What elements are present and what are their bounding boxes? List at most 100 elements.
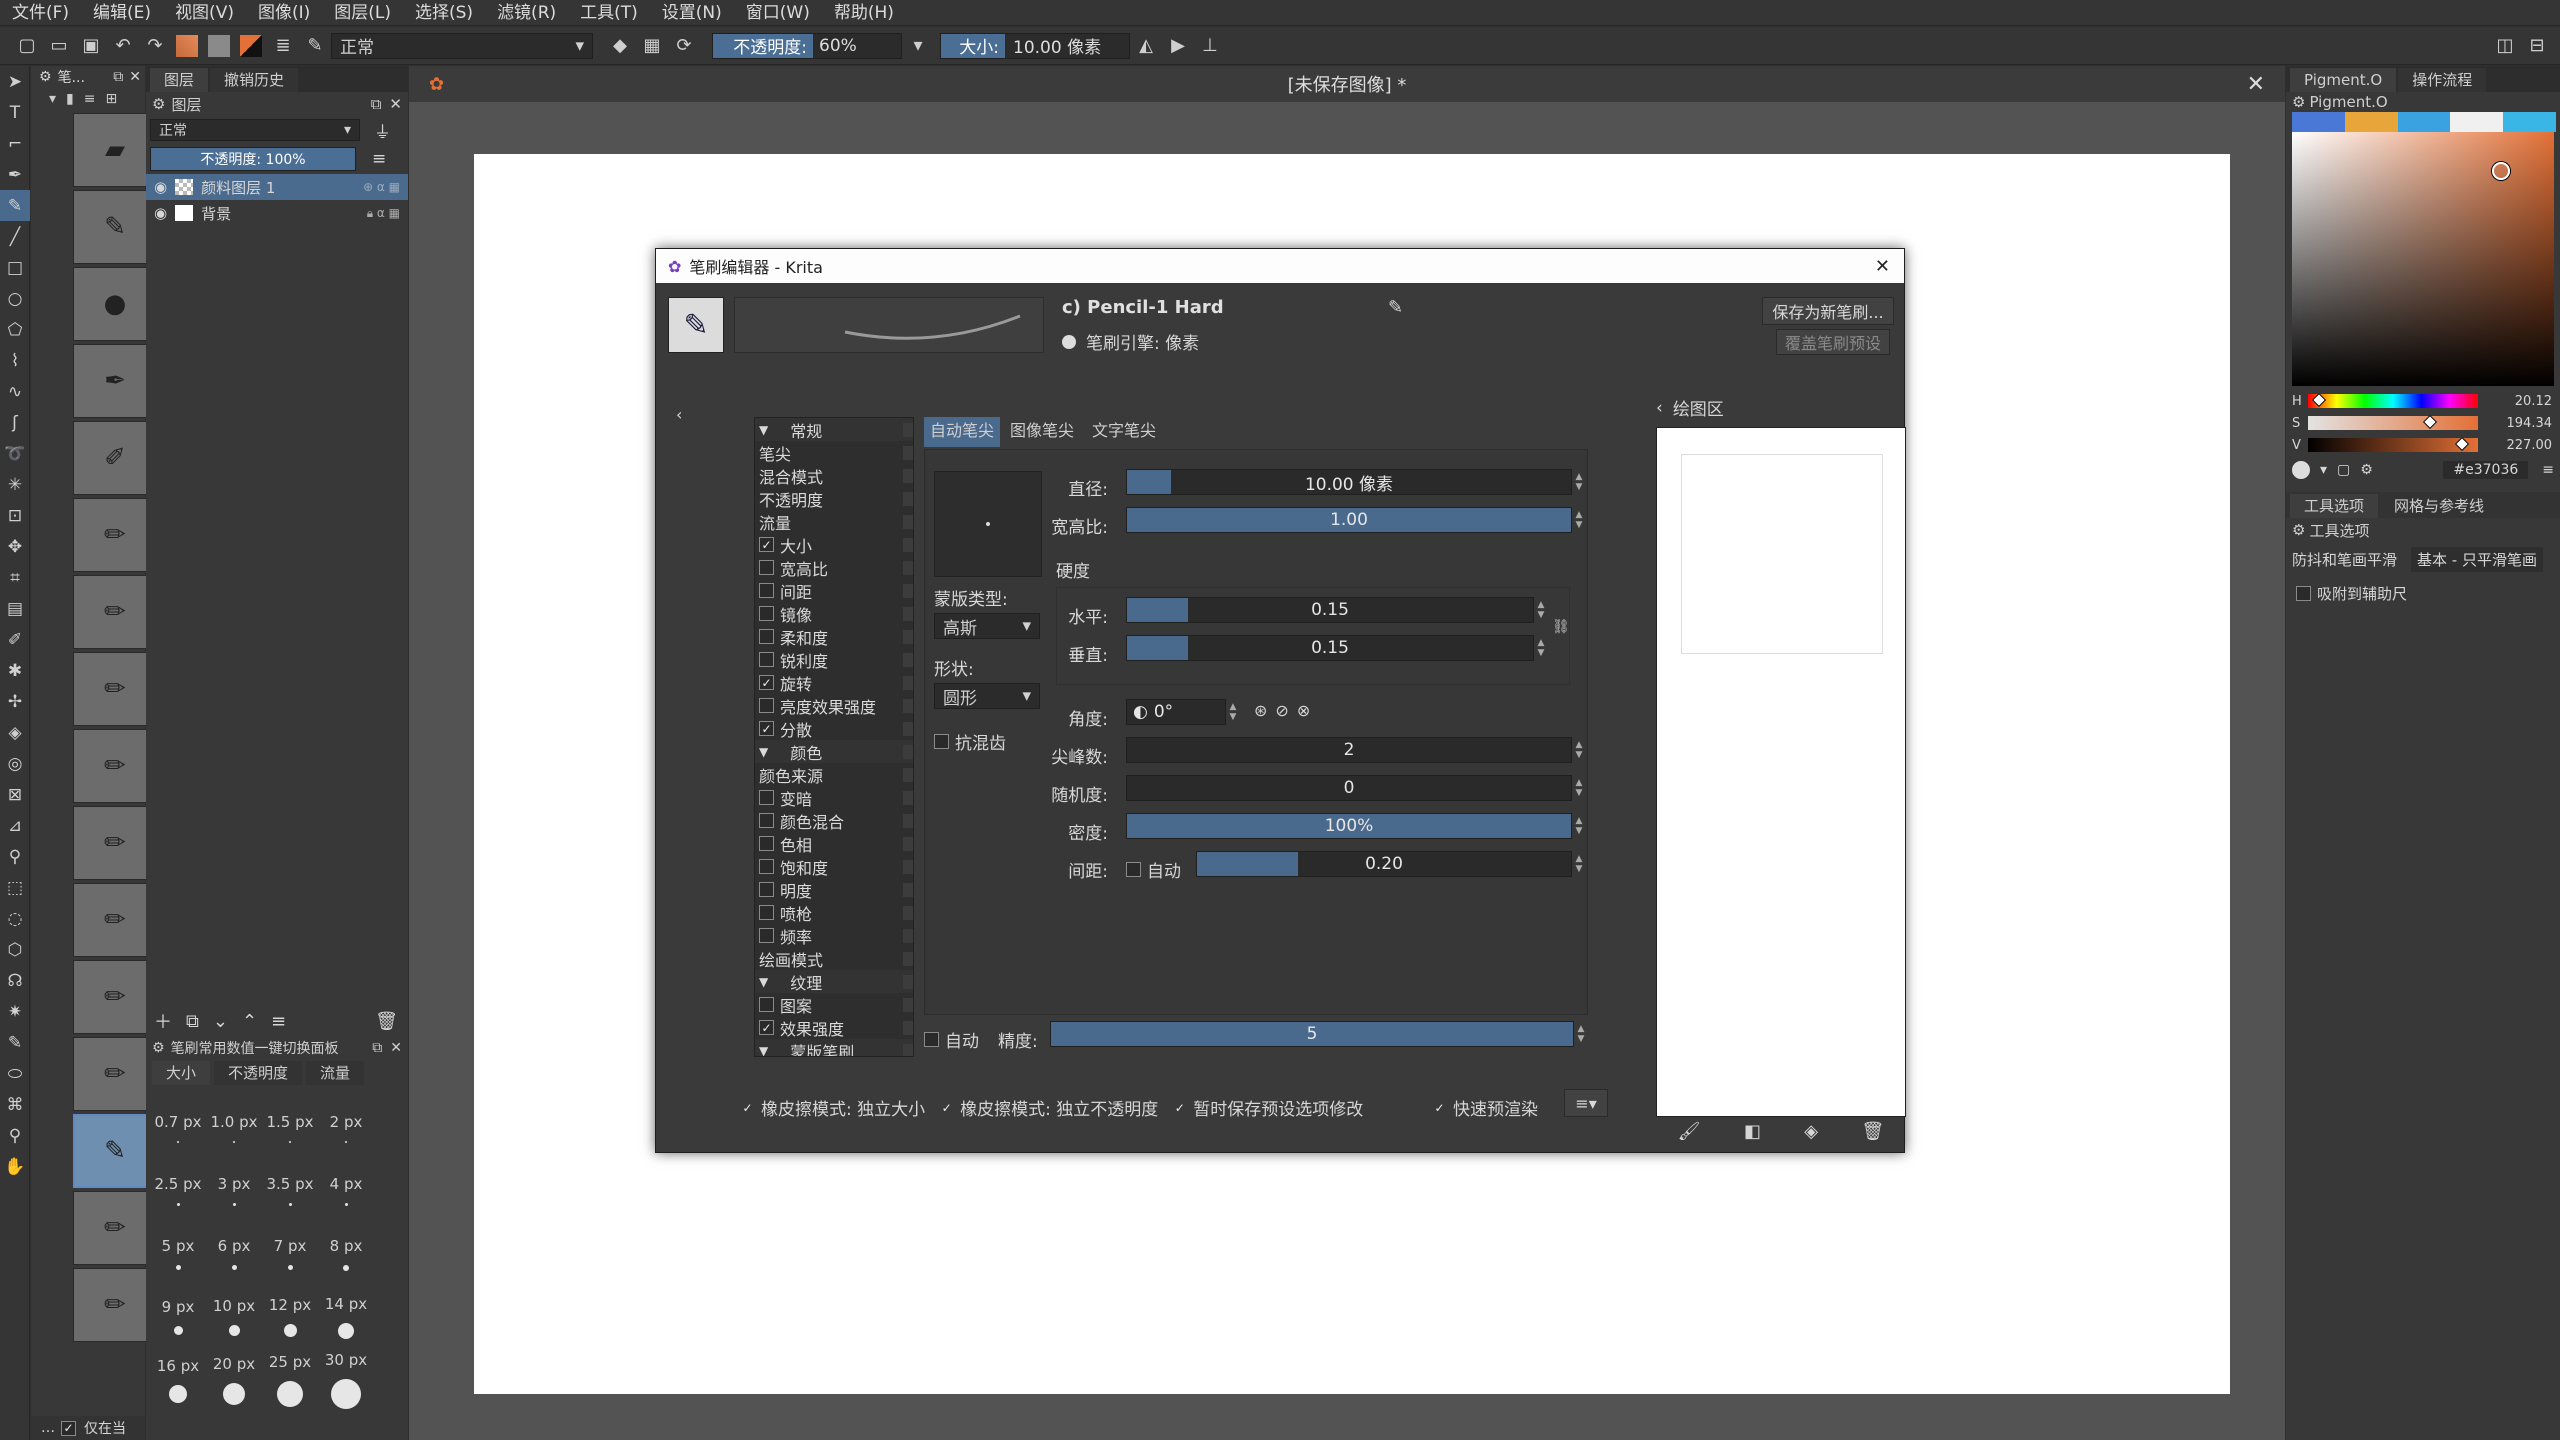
float-icon[interactable]: ⧉: [113, 69, 123, 85]
size-slider[interactable]: 大小: 10.00 像素: [940, 32, 1130, 59]
brush-preset-brush-1[interactable]: ✏: [73, 498, 157, 572]
angle-field[interactable]: ◐ 0°: [1126, 699, 1226, 725]
category-item[interactable]: 绘画模式: [755, 947, 913, 970]
category-item[interactable]: 饱和度: [755, 855, 913, 878]
brush-preset-brush-10[interactable]: ✏: [73, 1268, 157, 1342]
category-item[interactable]: 镜像: [755, 602, 913, 625]
trash-icon[interactable]: 🗑︎: [1861, 1121, 1884, 1142]
freehand-brush-icon[interactable]: ✎: [0, 190, 30, 221]
brush-preset-brush-5[interactable]: ✏: [73, 806, 157, 880]
tab-text-tip[interactable]: 文字笔尖: [1084, 417, 1164, 447]
assistant-tool-icon[interactable]: ⊠: [0, 779, 30, 810]
brush-preset-brush-8[interactable]: ✏: [73, 1037, 157, 1111]
category-item[interactable]: ▼ 纹理: [755, 970, 913, 993]
smart-patch-icon[interactable]: ✱: [0, 655, 30, 686]
hsv-slider[interactable]: [2308, 414, 2478, 430]
fill-gradient-icon[interactable]: ◧: [1744, 1121, 1761, 1142]
contiguous-select-icon[interactable]: ✷: [0, 996, 30, 1027]
spin-arrows-icon[interactable]: ▲ ▼: [1534, 597, 1548, 623]
docker-settings-icon[interactable]: ⚙: [2292, 521, 2305, 539]
category-checkbox[interactable]: [759, 652, 774, 667]
tab-tool-options[interactable]: 工具选项: [2290, 494, 2379, 518]
size-option[interactable]: 5 px: [150, 1222, 206, 1285]
category-item[interactable]: 柔和度: [755, 625, 913, 648]
spin-arrows-icon[interactable]: ▲ ▼: [1572, 813, 1586, 839]
spin-arrows-icon[interactable]: ▲ ▼: [1572, 737, 1586, 763]
antialias-checkbox[interactable]: [934, 734, 949, 749]
brush-preset-brush-9[interactable]: ✏: [73, 1191, 157, 1265]
precision-slider[interactable]: 5: [1050, 1021, 1574, 1047]
category-item[interactable]: 颜色来源: [755, 763, 913, 786]
category-checkbox[interactable]: [759, 629, 774, 644]
overwrite-preset-button[interactable]: 覆盖笔刷预设: [1776, 329, 1890, 355]
close-icon[interactable]: ✕: [129, 69, 141, 85]
line-tool-icon[interactable]: ╱: [0, 221, 30, 252]
bookmark-icon[interactable]: ▮: [66, 91, 74, 107]
category-item[interactable]: ✓ 分散: [755, 717, 913, 740]
category-item[interactable]: 喷枪: [755, 901, 913, 924]
multibrush-icon[interactable]: ✳: [0, 469, 30, 500]
snap-checkbox[interactable]: [2296, 585, 2311, 601]
reload-preset-icon[interactable]: ⟳: [671, 33, 697, 59]
radio-icon[interactable]: [1062, 334, 1076, 349]
similar-select-icon[interactable]: ✎: [0, 1027, 30, 1058]
size-option[interactable]: 12 px: [262, 1285, 318, 1348]
brush-preset-eraser[interactable]: ▰: [73, 113, 157, 187]
text-tool-icon[interactable]: T: [0, 97, 30, 128]
pattern-swatch-icon[interactable]: [206, 33, 232, 59]
chevron-left-icon[interactable]: ‹: [676, 405, 682, 424]
close-icon[interactable]: ✕: [1875, 256, 1890, 277]
category-item[interactable]: 变暗: [755, 786, 913, 809]
open-file-icon[interactable]: ▭: [46, 33, 72, 59]
layer-opacity-slider[interactable]: 不透明度: 100%: [150, 147, 356, 171]
move-tool-icon[interactable]: ✥: [0, 531, 30, 562]
import-icon[interactable]: ⊞: [105, 91, 117, 107]
zoom-tool-icon[interactable]: ⚲: [0, 1120, 30, 1151]
menu-edit[interactable]: 编辑(E): [81, 0, 163, 26]
eraser-opacity-checkbox[interactable]: ✓: [939, 1100, 954, 1115]
spacing-auto-checkbox[interactable]: [1126, 862, 1141, 877]
gradient-tool-icon[interactable]: ▤: [0, 593, 30, 624]
mirror-horizontal-icon[interactable]: ◭: [1133, 33, 1159, 59]
category-checkbox[interactable]: [759, 790, 774, 805]
move-down-icon[interactable]: ⌄: [213, 1011, 228, 1032]
scratchpad-canvas[interactable]: [1656, 427, 1906, 1117]
square-icon[interactable]: ▢: [2337, 462, 2350, 478]
calligraphy-icon[interactable]: ✒: [0, 159, 30, 190]
precision-auto-checkbox[interactable]: [924, 1032, 939, 1047]
size-option[interactable]: 14 px: [318, 1285, 374, 1348]
category-item[interactable]: 宽高比: [755, 556, 913, 579]
ellipse-select-icon[interactable]: ◌: [0, 903, 30, 934]
category-checkbox[interactable]: [759, 997, 774, 1012]
category-item[interactable]: 不透明度: [755, 487, 913, 510]
magnetic-select-icon[interactable]: ⌘: [0, 1089, 30, 1120]
fill-tool-icon[interactable]: ◈: [0, 717, 30, 748]
freehand-select-icon[interactable]: ☊: [0, 965, 30, 996]
size-option[interactable]: 2 px: [318, 1096, 374, 1159]
layer-row[interactable]: ◉ 背景 🔒︎ α ▦: [146, 200, 408, 226]
spin-arrows-icon[interactable]: ▲ ▼: [1574, 1021, 1588, 1047]
hsv-value[interactable]: 20.12: [2515, 394, 2552, 409]
menu-icon[interactable]: ≡: [2542, 462, 2554, 478]
color-picker-handle[interactable]: [2492, 162, 2510, 180]
rect-select-icon[interactable]: ⬚: [0, 872, 30, 903]
more-icon[interactable]: …: [41, 1420, 55, 1436]
category-item[interactable]: 色相: [755, 832, 913, 855]
size-option[interactable]: 25 px: [262, 1348, 318, 1411]
category-item[interactable]: 流量: [755, 510, 913, 533]
enclose-fill-icon[interactable]: ◎: [0, 748, 30, 779]
size-option[interactable]: 1.5 px: [262, 1096, 318, 1159]
category-checkbox[interactable]: [759, 836, 774, 851]
brush-preset-brush-2[interactable]: ✏: [73, 575, 157, 649]
close-icon[interactable]: ✕: [389, 95, 402, 113]
hsv-slider[interactable]: [2308, 392, 2478, 408]
color-dot-icon[interactable]: [2292, 461, 2310, 479]
mask-type-select[interactable]: 高斯 ▾: [934, 613, 1040, 639]
color-swatch[interactable]: [2344, 112, 2398, 132]
fast-preview-checkbox[interactable]: ✓: [1432, 1100, 1447, 1115]
menu-view[interactable]: 视图(V): [163, 0, 246, 26]
tab-image-tip[interactable]: 图像笔尖: [1002, 417, 1082, 447]
slider-handle[interactable]: [2312, 392, 2327, 408]
docker-settings-icon[interactable]: ⚙: [2292, 93, 2305, 111]
close-icon[interactable]: ✕: [2247, 72, 2265, 97]
